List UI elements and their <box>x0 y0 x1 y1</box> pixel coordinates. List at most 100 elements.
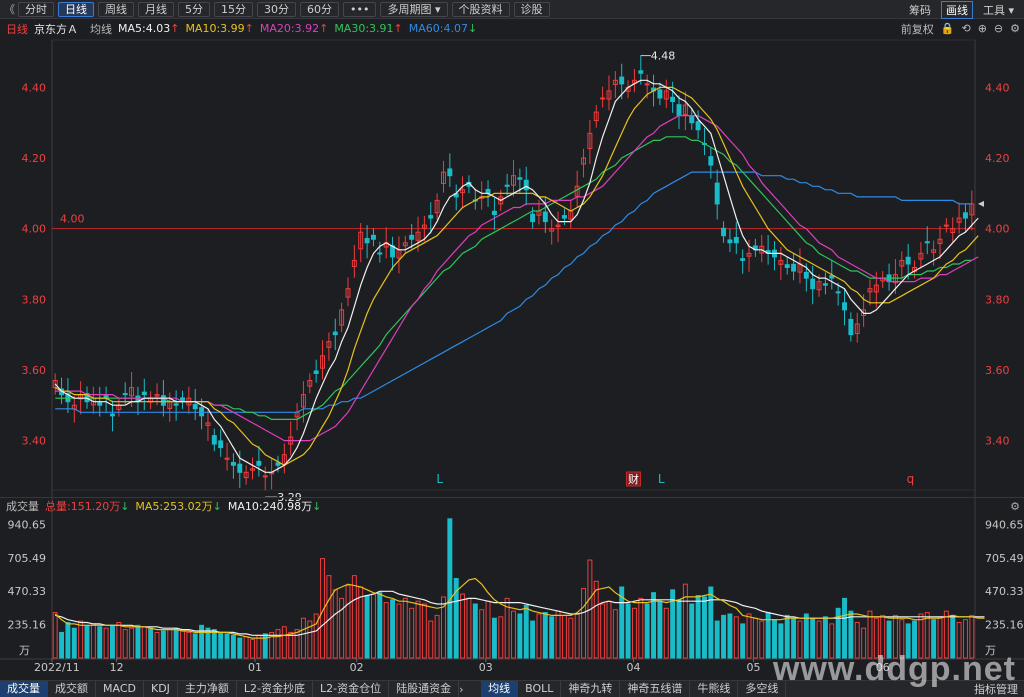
tab-magic-nine[interactable]: 神奇九转 <box>561 681 621 697</box>
candle-body <box>714 182 720 205</box>
x-axis-label: 12 <box>110 661 124 674</box>
volume-bar <box>180 630 185 659</box>
volume-bar <box>447 518 453 659</box>
volume-bar <box>568 617 574 659</box>
volume-bar <box>364 595 370 659</box>
volume-bar <box>530 620 536 659</box>
event-marker: q <box>907 472 915 486</box>
volume-bar <box>695 595 701 659</box>
volume-bar <box>90 623 96 659</box>
tab-bull-bear[interactable]: 牛熊线 <box>690 681 739 697</box>
candle-body <box>784 264 790 268</box>
candle-body <box>733 236 739 244</box>
candle-body <box>377 252 383 255</box>
high-label: 4.48 <box>651 50 676 63</box>
volume-bar <box>288 631 294 659</box>
tab-volume[interactable]: 成交量 <box>0 681 48 697</box>
volume-bar <box>65 622 71 659</box>
tab-kdj[interactable]: KDJ <box>144 681 178 697</box>
volume-tick-left: 940.65 <box>8 518 47 531</box>
kline-chart[interactable]: 4.40 4.40 4.20 4.20 4.00 4.00 3.80 3.80 3.60 3.60… <box>0 0 1024 697</box>
volume-bar <box>211 629 217 659</box>
volume-bar <box>511 610 516 659</box>
tab-turnover[interactable]: 成交额 <box>48 681 96 697</box>
tab-boll[interactable]: BOLL <box>518 681 562 697</box>
candle-body <box>676 104 682 117</box>
tab-main-net[interactable]: 主力净额 <box>178 681 237 697</box>
candle-body <box>600 97 606 100</box>
candle-body <box>122 393 128 396</box>
tab-ma[interactable]: 均线 <box>481 681 519 697</box>
volume-bar <box>498 616 504 659</box>
ma5-line <box>54 79 979 473</box>
volume-bar <box>129 627 135 659</box>
candle-body <box>670 96 676 103</box>
volume-bar <box>294 629 300 659</box>
candle-body <box>409 234 415 240</box>
volume-bar <box>243 636 249 659</box>
volume-settings-icon[interactable]: ⚙ <box>1010 500 1020 513</box>
watermark: www.ddgp.net <box>772 650 1016 688</box>
candle-body <box>192 404 198 410</box>
volume-bar <box>581 587 586 659</box>
volume-bar <box>625 603 631 659</box>
candle-body <box>97 401 103 406</box>
chevron-right-icon[interactable]: › <box>459 683 481 696</box>
tab-l2-bottom[interactable]: L2-资金抄底 <box>237 681 314 697</box>
volume-bar <box>638 597 644 659</box>
volume-bar <box>135 624 141 659</box>
candle-body <box>561 215 567 219</box>
price-tick-right: 4.20 <box>985 152 1010 165</box>
candle-body <box>428 215 434 219</box>
price-tick-left: 3.80 <box>22 293 47 306</box>
volume-total: 总量:151.20万↓ <box>45 500 130 513</box>
volume-bar <box>631 607 637 659</box>
tab-macd[interactable]: MACD <box>96 681 144 697</box>
volume-bar <box>657 600 663 659</box>
candle-body <box>530 213 536 223</box>
volume-bar <box>714 620 720 659</box>
volume-bar <box>485 600 491 659</box>
volume-bar <box>733 616 739 659</box>
volume-bar <box>415 600 421 659</box>
volume-bar <box>740 623 746 659</box>
volume-unit-left: 万 <box>19 644 30 657</box>
price-tick-right: 3.80 <box>985 293 1010 306</box>
volume-bar <box>574 613 580 659</box>
tab-northbound[interactable]: 陆股通资金 <box>389 681 460 697</box>
event-marker: L <box>658 472 665 486</box>
volume-bar <box>218 631 224 659</box>
candle-body <box>962 212 968 219</box>
volume-bar <box>402 597 408 659</box>
volume-bar <box>460 593 466 659</box>
tab-magic-five[interactable]: 神奇五线谱 <box>620 681 691 697</box>
volume-bar <box>612 609 618 659</box>
candle-body <box>810 278 816 290</box>
volume-bar <box>275 629 281 659</box>
candle-body <box>364 238 370 244</box>
candle-body <box>313 370 319 374</box>
volume-bar <box>173 627 179 659</box>
volume-bar <box>701 596 707 659</box>
volume-bar <box>230 634 236 659</box>
volume-bar <box>663 607 669 659</box>
tab-l2-position[interactable]: L2-资金仓位 <box>313 681 390 697</box>
volume-bar <box>644 603 650 659</box>
candle-body <box>370 234 376 240</box>
volume-bar <box>281 626 287 659</box>
volume-bar <box>237 637 243 659</box>
candle-body <box>943 224 949 227</box>
volume-bar <box>154 631 160 659</box>
volume-bar <box>390 599 396 659</box>
volume-indicator-bar: 成交量 总量:151.20万↓ MA5:253.02万↓ MA10:240.98… <box>0 497 1024 514</box>
reference-line-label: 4.00 <box>60 213 85 226</box>
volume-bar <box>300 617 306 659</box>
volume-tick-left: 705.49 <box>8 552 47 565</box>
volume-bar <box>651 592 657 659</box>
volume-bar <box>466 597 472 659</box>
volume-bar <box>199 624 205 659</box>
price-tick-left: 3.60 <box>22 364 47 377</box>
volume-bar <box>396 603 402 659</box>
volume-bar <box>250 639 255 659</box>
price-tick-right: 3.60 <box>985 364 1010 377</box>
